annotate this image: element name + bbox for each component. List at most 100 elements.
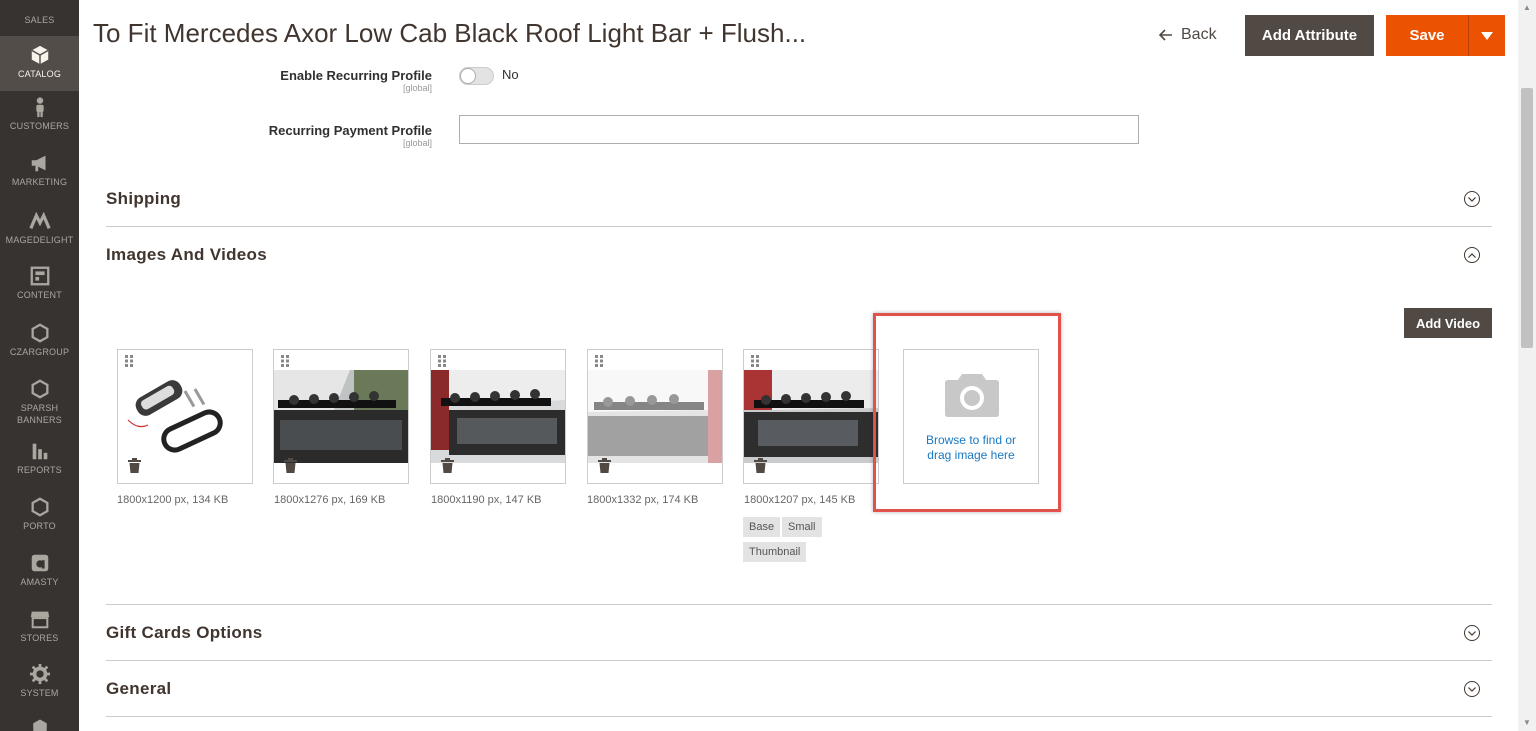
divider (106, 660, 1492, 661)
amasty-icon (31, 554, 48, 572)
enable-recurring-profile-label: Enable Recurring Profile [global] (192, 68, 432, 93)
sidebar-item-label: STORES (20, 633, 59, 643)
product-image (274, 370, 408, 463)
bar-chart-icon (32, 443, 47, 460)
sidebar-item-porto[interactable]: PORTO (0, 496, 79, 544)
image-meta: 1800x1276 px, 169 KB (274, 494, 386, 506)
sidebar-item-reports[interactable]: REPORTS (0, 440, 79, 488)
drag-handle-icon[interactable] (125, 355, 133, 367)
page-title: To Fit Mercedes Axor Low Cab Black Roof … (93, 18, 807, 48)
product-image-card[interactable] (117, 349, 253, 484)
trash-icon[interactable] (284, 458, 297, 473)
megaphone-icon (31, 155, 45, 172)
image-meta: 1800x1207 px, 145 KB (744, 494, 856, 506)
sidebar-item-label: SYSTEM (20, 688, 59, 698)
sidebar-item-label: CATALOG (17, 69, 62, 79)
sidebar-item-label: REPORTS (17, 465, 62, 475)
sidebar-item-label: MARKETING (11, 177, 68, 187)
field-scope: [global] (402, 138, 432, 148)
recurring-payment-profile-label: Recurring Payment Profile [global] (192, 123, 432, 148)
product-image (588, 370, 722, 463)
sidebar-item-more[interactable] (0, 718, 79, 731)
drag-handle-icon[interactable] (751, 355, 759, 367)
image-meta: 1800x1332 px, 174 KB (587, 494, 699, 506)
image-role-badge: Small (782, 517, 822, 537)
sidebar-item-label: SALES (24, 15, 55, 25)
sidebar-item-label: PORTO (23, 521, 56, 531)
scroll-up-icon[interactable]: ▲ (1522, 3, 1532, 13)
cube-icon (32, 719, 47, 731)
product-image-card[interactable] (430, 349, 566, 484)
product-image (431, 370, 565, 463)
sidebar-item-label: CZARGROUP (9, 347, 70, 357)
image-role-badge: Thumbnail (743, 542, 807, 562)
sidebar-item-label: AMASTY (20, 577, 59, 587)
trash-icon[interactable] (754, 458, 767, 473)
hexagon-icon (31, 379, 48, 399)
store-icon (30, 611, 49, 629)
add-attribute-button[interactable]: Add Attribute (1245, 15, 1374, 56)
sidebar-item-amasty[interactable]: AMASTY (0, 552, 79, 600)
recurring-payment-profile-input[interactable] (459, 115, 1139, 144)
field-scope: [global] (402, 83, 432, 93)
recurring-profile-toggle[interactable] (459, 67, 494, 85)
scrollbar[interactable]: ▲ ▼ (1518, 0, 1536, 731)
product-image-card[interactable] (743, 349, 879, 484)
drag-handle-icon[interactable] (281, 355, 289, 367)
section-title-images-videos[interactable]: Images And Videos (106, 245, 267, 265)
sidebar-item-content[interactable]: CONTENT (0, 265, 79, 313)
section-title-gift-cards[interactable]: Gift Cards Options (106, 623, 263, 643)
drag-handle-icon[interactable] (438, 355, 446, 367)
divider (106, 604, 1492, 605)
hexagon-icon (31, 323, 48, 343)
gear-icon (29, 663, 50, 685)
highlight-box (873, 313, 1061, 512)
content-icon (30, 266, 49, 286)
save-options-toggle[interactable] (1468, 15, 1505, 56)
product-image-card[interactable] (587, 349, 723, 484)
magedelight-icon (28, 211, 51, 229)
sidebar-item-label: CONTENT (17, 290, 62, 300)
scroll-down-icon[interactable]: ▼ (1522, 718, 1532, 728)
sidebar-item-sales[interactable]: SALES (0, 0, 79, 34)
trash-icon[interactable] (441, 458, 454, 473)
chevron-down-icon[interactable] (1464, 681, 1480, 697)
section-title-general[interactable]: General (106, 679, 171, 699)
sidebar-item-label: CUSTOMERS (9, 121, 70, 131)
divider (106, 226, 1492, 227)
sidebar-item-marketing[interactable]: MARKETING (0, 152, 79, 200)
sidebar-item-customers[interactable]: CUSTOMERS (0, 96, 79, 144)
product-image (744, 370, 878, 463)
recurring-profile-value: No (502, 67, 519, 82)
image-meta: 1800x1190 px, 147 KB (431, 494, 542, 506)
chevron-down-icon[interactable] (1464, 625, 1480, 641)
back-label: Back (1181, 26, 1217, 43)
sidebar-item-czargroup[interactable]: CZARGROUP (0, 322, 79, 370)
chevron-down-icon[interactable] (1464, 191, 1480, 207)
trash-icon[interactable] (128, 458, 141, 473)
section-title-shipping[interactable]: Shipping (106, 189, 181, 209)
person-icon (35, 97, 44, 118)
sidebar-item-catalog[interactable]: CATALOG (0, 36, 79, 91)
back-button[interactable]: Back (1159, 26, 1217, 44)
save-button[interactable]: Save (1386, 15, 1468, 56)
sidebar-item-system[interactable]: SYSTEM (0, 663, 79, 711)
arrow-left-icon (1159, 29, 1172, 41)
sidebar-item-stores[interactable]: STORES (0, 608, 79, 656)
add-video-button[interactable]: Add Video (1404, 308, 1492, 338)
page-header: To Fit Mercedes Axor Low Cab Black Roof … (79, 0, 1518, 71)
field-label: Recurring Payment Profile (268, 123, 432, 138)
sidebar-item-label: SPARSH BANNERS (17, 403, 62, 425)
scroll-thumb[interactable] (1521, 88, 1533, 348)
product-image (118, 370, 252, 463)
sidebar-item-label: MAGEDELIGHT (5, 235, 74, 245)
sidebar-item-magedelight[interactable]: MAGEDELIGHT (0, 210, 79, 258)
caret-down-icon (1481, 31, 1493, 40)
product-image-card[interactable] (273, 349, 409, 484)
chevron-up-icon[interactable] (1464, 247, 1480, 263)
trash-icon[interactable] (598, 458, 611, 473)
drag-handle-icon[interactable] (595, 355, 603, 367)
field-label: Enable Recurring Profile (280, 68, 432, 83)
hexagon-icon (31, 497, 48, 517)
sidebar-item-sparsh-banners[interactable]: SPARSH BANNERS (0, 378, 79, 434)
